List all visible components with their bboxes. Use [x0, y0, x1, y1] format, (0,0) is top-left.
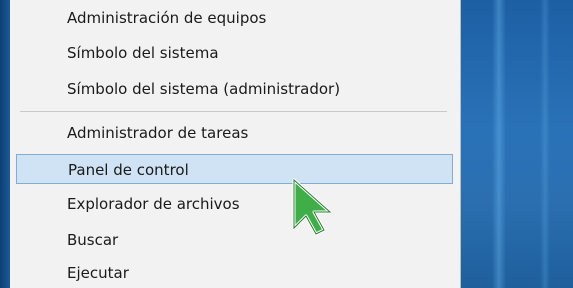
menu-item-run[interactable]: Ejecutar — [16, 258, 453, 288]
menu-item-control-panel[interactable]: Panel de control — [16, 154, 453, 184]
green-arrow-cursor-icon — [292, 178, 332, 236]
menu-item-computer-management[interactable]: Administración de equipos — [16, 3, 453, 33]
menu-separator — [20, 111, 447, 112]
desktop-light-streak — [492, 0, 506, 288]
menu-item-command-prompt[interactable]: Símbolo del sistema — [16, 38, 453, 68]
menu-item-search[interactable]: Buscar — [16, 225, 453, 255]
menu-item-task-manager[interactable]: Administrador de tareas — [16, 118, 453, 148]
desktop-light-streak — [540, 0, 550, 288]
quick-link-menu: Administración de equipos Símbolo del si… — [10, 0, 461, 288]
desktop-left-edge — [0, 0, 10, 288]
menu-item-file-explorer[interactable]: Explorador de archivos — [16, 189, 453, 219]
menu-item-command-prompt-admin[interactable]: Símbolo del sistema (administrador) — [16, 74, 453, 104]
